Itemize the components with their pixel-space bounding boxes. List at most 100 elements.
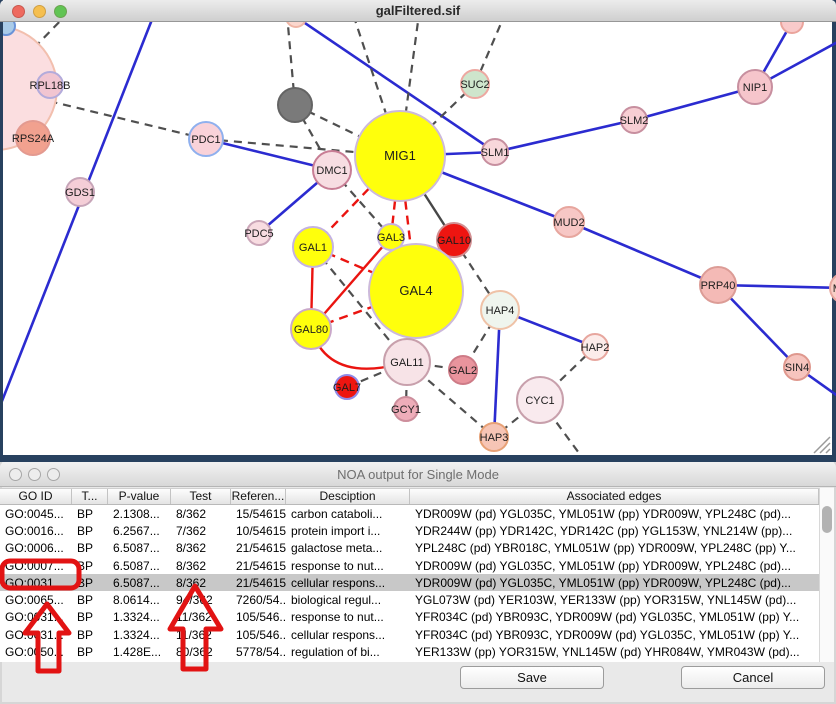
column-header-desciption[interactable]: Desciption (286, 489, 410, 504)
table-body: GO:0045...BP2.1308...8/36215/54615carbon… (0, 505, 819, 661)
table-row[interactable]: GO:0031...BP6.5087...8/36221/54615cellul… (0, 574, 819, 591)
table-cell: 8/362 (171, 576, 231, 590)
node-label: SIN4 (785, 362, 809, 374)
table-cell: YDR009W (pd) YGL035C, YML051W (pp) YDR00… (410, 576, 819, 590)
network-node-HAP3[interactable]: HAP3 (480, 423, 509, 451)
network-node-GAL1[interactable]: GAL1 (293, 227, 333, 267)
table-cell: 80/362 (171, 645, 231, 659)
network-node-topstub[interactable] (286, 22, 306, 27)
network-node-GDS1[interactable]: GDS1 (65, 178, 95, 206)
network-node-SLM1[interactable]: SLM1 (481, 139, 510, 165)
screen: RPL18BRPS24AGDS1PDC1PDC5DMC1MIG1SUC2SLM1… (0, 0, 836, 704)
table-cell: 21/54615 (231, 576, 286, 590)
table-row[interactable]: GO:0007...BP6.5087...8/36221/54615respon… (0, 557, 819, 574)
table-cell: carbon cataboli... (286, 507, 410, 521)
network-node-NIP1[interactable]: NIP1 (738, 70, 772, 104)
table-row[interactable]: GO:0065...BP8.0614...94/3627260/54...bio… (0, 591, 819, 608)
node-label: GAL4 (399, 283, 432, 298)
table-cell: 1.428E... (108, 645, 171, 659)
network-node-SUC2[interactable]: SUC2 (460, 70, 489, 98)
table-cell: 1.3324... (108, 628, 171, 642)
node-label: HAP4 (486, 305, 515, 317)
network-node-GAL80[interactable]: GAL80 (291, 309, 331, 349)
column-header-go-id[interactable]: GO ID (0, 489, 72, 504)
table-cell: GO:0006... (0, 541, 72, 555)
network-node-SIN4[interactable]: SIN4 (784, 354, 810, 380)
table-header-row: GO IDT...P-valueTestReferen...Desciption… (0, 488, 819, 505)
network-node-SLM2[interactable]: SLM2 (620, 107, 649, 133)
node-label: GAL11 (390, 357, 423, 369)
table-cell: 7/362 (171, 524, 231, 538)
table-cell: YDR009W (pd) YGL035C, YML051W (pp) YDR00… (410, 559, 819, 573)
network-node-HAP2[interactable]: HAP2 (581, 334, 610, 360)
network-node-GCY1[interactable]: GCY1 (391, 397, 421, 421)
node-label: PRP40 (701, 280, 736, 292)
node-label: GAL10 (437, 235, 471, 247)
table-row[interactable]: GO:0031...BP1.3324...11/362105/546...cel… (0, 626, 819, 643)
table-cell: YPL248C (pd) YBR018C, YML051W (pp) YDR00… (410, 541, 819, 555)
network-node-GAL11[interactable]: GAL11 (384, 339, 430, 385)
noa-window-title: NOA output for Single Mode (0, 462, 836, 487)
node-label: GDS1 (65, 187, 95, 199)
node-label: HAP3 (480, 432, 509, 444)
table-cell: BP (72, 628, 108, 642)
table-cell: YDR244W (pp) YDR142C, YDR142C (pp) YGL15… (410, 524, 819, 538)
column-header-test[interactable]: Test (171, 489, 231, 504)
table-cell: YFR034C (pd) YBR093C, YDR009W (pd) YGL03… (410, 610, 819, 624)
network-canvas[interactable]: RPL18BRPS24AGDS1PDC1PDC5DMC1MIG1SUC2SLM1… (3, 22, 836, 456)
network-node-PDC1[interactable]: PDC1 (189, 122, 223, 156)
network-node-gray1[interactable] (278, 88, 312, 122)
table-cell: 1.3324... (108, 610, 171, 624)
resize-grip-icon[interactable] (810, 433, 832, 455)
table-cell: BP (72, 645, 108, 659)
table-cell: cellular respons... (286, 628, 410, 642)
table-cell: 8/362 (171, 541, 231, 555)
node-label: RPL18B (30, 80, 71, 92)
save-button[interactable]: Save (460, 666, 604, 689)
network-node-GAL2[interactable]: GAL2 (449, 356, 477, 384)
noa-results-table: GO IDT...P-valueTestReferen...Desciption… (0, 488, 819, 662)
table-cell: 6.5087... (108, 559, 171, 573)
network-node-toppink[interactable] (781, 22, 803, 33)
table-row[interactable]: GO:0016...BP6.2567...7/36210/54615protei… (0, 522, 819, 539)
table-row[interactable]: GO:0045...BP2.1308...8/36215/54615carbon… (0, 505, 819, 522)
column-header-referen[interactable]: Referen... (231, 489, 286, 504)
table-cell: GO:0045... (0, 507, 72, 521)
column-header-associated-edges[interactable]: Associated edges (410, 489, 819, 504)
table-cell: 8/362 (171, 559, 231, 573)
network-node-PRP40[interactable]: PRP40 (700, 267, 736, 303)
node-label: PDC5 (244, 228, 273, 240)
node-label: SLM1 (481, 147, 510, 159)
cancel-button[interactable]: Cancel (681, 666, 825, 689)
network-node-GAL4[interactable]: GAL4 (369, 244, 463, 338)
table-cell: GO:0065... (0, 593, 72, 607)
table-row[interactable]: GO:0006...BP6.5087...8/36221/54615galact… (0, 540, 819, 557)
table-cell: BP (72, 541, 108, 555)
network-node-GAL7[interactable]: GAL7 (333, 375, 361, 399)
column-header-p-value[interactable]: P-value (108, 489, 171, 504)
table-cell: GO:0050... (0, 645, 72, 659)
table-cell: 105/546... (231, 610, 286, 624)
scrollbar-thumb[interactable] (822, 506, 832, 533)
noa-window-titlebar[interactable]: NOA output for Single Mode (0, 462, 836, 487)
table-row[interactable]: GO:0050...BP1.428E...80/3625778/54...reg… (0, 643, 819, 660)
table-cell: BP (72, 524, 108, 538)
table-cell: response to nut... (286, 610, 410, 624)
network-node-MIG1[interactable]: MIG1 (355, 111, 445, 201)
network-node-MUD2[interactable]: MUD2 (553, 207, 584, 237)
graph-window-titlebar[interactable]: galFiltered.sif (0, 0, 836, 22)
network-node-MSN[interactable]: MSN (830, 273, 836, 303)
table-row[interactable]: GO:0031...BP1.3324...11/362105/546...res… (0, 609, 819, 626)
table-cell: response to nut... (286, 559, 410, 573)
table-cell: 2.1308... (108, 507, 171, 521)
vertical-scrollbar[interactable] (819, 488, 834, 662)
table-cell: galactose meta... (286, 541, 410, 555)
table-cell: 6.5087... (108, 541, 171, 555)
network-node-DMC1[interactable]: DMC1 (313, 151, 351, 189)
table-cell: 94/362 (171, 593, 231, 607)
column-header-t[interactable]: T... (72, 489, 108, 504)
network-node-HAP4[interactable]: HAP4 (481, 291, 519, 329)
table-cell: YER133W (pp) YOR315W, YNL145W (pd) YHR08… (410, 645, 819, 659)
graph-window-title: galFiltered.sif (0, 0, 836, 22)
network-node-CYC1[interactable]: CYC1 (517, 377, 563, 423)
